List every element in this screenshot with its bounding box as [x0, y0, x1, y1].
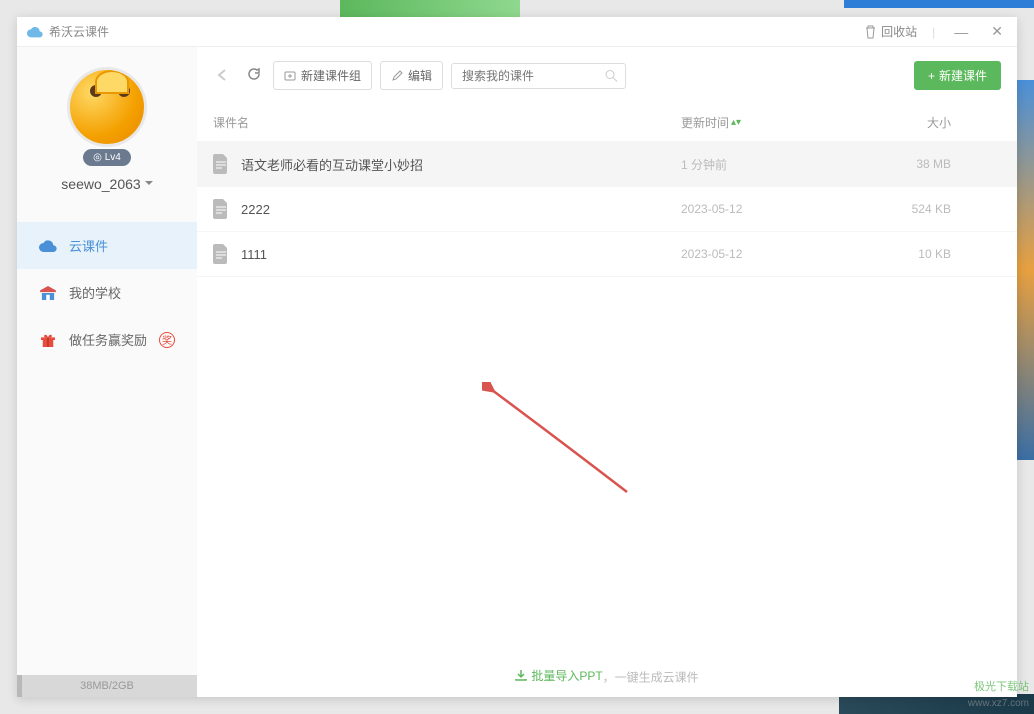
column-header-name[interactable]: 课件名	[213, 114, 681, 131]
watermark-bottom: www.xz7.com	[968, 698, 1029, 709]
sidebar-item-cloud-courseware[interactable]: 云课件	[17, 222, 197, 269]
sidebar-item-tasks-rewards[interactable]: 做任务赢奖励 奖	[17, 316, 197, 363]
nav: 云课件 我的学校 做任务赢奖励 奖	[17, 222, 197, 363]
username-dropdown[interactable]: seewo_2063	[17, 176, 197, 192]
sidebar-item-my-school[interactable]: 我的学校	[17, 269, 197, 316]
close-button[interactable]: ✕	[987, 21, 1007, 42]
file-size: 10 KB	[881, 247, 1001, 261]
search-box	[451, 63, 626, 89]
file-size: 38 MB	[881, 157, 1001, 171]
edit-button[interactable]: 编辑	[380, 61, 443, 90]
edit-icon	[391, 70, 403, 82]
avatar-section: ◎ Lv4 seewo_2063	[17, 47, 197, 202]
main-window: 希沃云课件 回收站 | — ✕ ◎ Lv4 seewo_2063 云课件	[17, 17, 1017, 697]
file-time: 2023-05-12	[681, 247, 881, 261]
sidebar: ◎ Lv4 seewo_2063 云课件 我的学校 做任务赢奖励 奖	[17, 47, 197, 697]
refresh-button[interactable]	[243, 65, 265, 86]
folder-plus-icon	[284, 70, 296, 82]
sidebar-item-label: 做任务赢奖励	[69, 330, 147, 349]
import-icon	[515, 669, 527, 681]
bg-decoration-blue	[844, 0, 1034, 8]
divider: |	[932, 25, 935, 39]
titlebar-left: 希沃云课件	[27, 23, 109, 40]
avatar[interactable]	[67, 67, 147, 147]
sort-icon: ▴▾	[731, 117, 741, 128]
gift-icon	[39, 333, 57, 347]
school-icon	[39, 286, 57, 300]
search-icon	[605, 69, 618, 82]
cloud-icon	[27, 26, 43, 38]
back-button[interactable]	[213, 66, 235, 86]
file-time: 2023-05-12	[681, 202, 881, 216]
storage-text: 38MB/2GB	[80, 680, 134, 692]
search-input[interactable]	[451, 63, 626, 89]
recycle-bin-link[interactable]: 回收站	[864, 23, 917, 40]
storage-bar: 38MB/2GB	[17, 675, 197, 697]
table-row[interactable]: 语文老师必看的互动课堂小妙招 1 分钟前 38 MB	[197, 142, 1017, 187]
window-body: ◎ Lv4 seewo_2063 云课件 我的学校 做任务赢奖励 奖	[17, 47, 1017, 697]
refresh-icon	[247, 67, 261, 81]
column-header-size[interactable]: 大小	[881, 114, 1001, 131]
arrow-left-icon	[217, 69, 231, 81]
table-body: 语文老师必看的互动课堂小妙招 1 分钟前 38 MB 2222 2023-05-…	[197, 142, 1017, 655]
footer: 批量导入PPT ，一键生成云课件	[197, 655, 1017, 698]
file-icon	[213, 154, 229, 174]
recycle-label: 回收站	[881, 23, 917, 40]
table-row[interactable]: 1111 2023-05-12 10 KB	[197, 232, 1017, 277]
level-badge: ◎ Lv4	[83, 149, 131, 166]
titlebar: 希沃云课件 回收站 | — ✕	[17, 17, 1017, 47]
bg-decoration-green	[340, 0, 520, 18]
file-size: 524 KB	[881, 202, 1001, 216]
minimize-button[interactable]: —	[950, 22, 972, 42]
table-row[interactable]: 2222 2023-05-12 524 KB	[197, 187, 1017, 232]
file-icon	[213, 199, 229, 219]
new-courseware-button[interactable]: + 新建课件	[914, 61, 1001, 90]
storage-fill	[17, 675, 22, 697]
annotation-arrow	[482, 382, 642, 502]
file-name: 2222	[241, 202, 681, 217]
sidebar-item-label: 我的学校	[69, 283, 121, 302]
award-badge: 奖	[159, 332, 175, 348]
trash-icon	[864, 25, 877, 39]
file-time: 1 分钟前	[681, 156, 881, 173]
bulk-import-link[interactable]: 批量导入PPT	[515, 667, 602, 684]
titlebar-right: 回收站 | — ✕	[864, 21, 1007, 42]
bg-decoration-side	[1014, 80, 1034, 460]
table-header: 课件名 更新时间 ▴▾ 大小	[197, 104, 1017, 142]
plus-icon: +	[928, 69, 935, 83]
sidebar-item-label: 云课件	[69, 236, 108, 255]
watermark-top: 极光下载站	[974, 678, 1029, 694]
column-header-time[interactable]: 更新时间 ▴▾	[681, 114, 881, 131]
file-icon	[213, 244, 229, 264]
new-group-button[interactable]: 新建课件组	[273, 61, 372, 90]
button-label: 编辑	[408, 67, 432, 84]
app-title: 希沃云课件	[49, 23, 109, 40]
main-content: 新建课件组 编辑 + 新建课件 课件名 更新时间	[197, 47, 1017, 697]
button-label: 新建课件组	[301, 67, 361, 84]
file-name: 语文老师必看的互动课堂小妙招	[241, 155, 681, 174]
toolbar: 新建课件组 编辑 + 新建课件	[197, 47, 1017, 104]
file-name: 1111	[241, 247, 681, 262]
footer-suffix: ，一键生成云课件	[603, 670, 699, 684]
cloud-icon	[39, 239, 57, 253]
button-label: 新建课件	[939, 67, 987, 84]
